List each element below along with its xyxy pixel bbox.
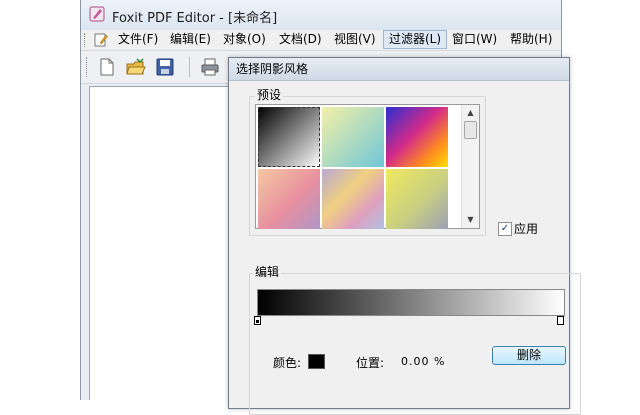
preset-swatch-yellow-blue[interactable] — [386, 169, 448, 229]
print-icon[interactable] — [199, 56, 221, 78]
menu-bar: 文件(F) 编辑(E) 对象(O) 文档(D) 视图(V) 过滤器(L) 窗口(… — [81, 30, 561, 51]
menu-edit[interactable]: 编辑(E) — [165, 31, 216, 48]
toolbar-grip[interactable] — [86, 57, 90, 77]
menubar-grip[interactable] — [84, 33, 88, 47]
preset-swatch-pastel-stripe[interactable] — [322, 169, 384, 229]
scroll-up-icon[interactable]: ▲ — [462, 105, 479, 121]
color-label: 颜色: — [273, 356, 302, 370]
preset-swatch-rainbow[interactable] — [386, 107, 448, 167]
menu-window[interactable]: 窗口(W) — [447, 31, 502, 48]
gradient-preview-bar[interactable] — [257, 289, 565, 316]
scroll-thumb[interactable] — [464, 121, 477, 139]
apply-label: 应用 — [514, 222, 539, 236]
preset-swatch-grid: ▲ ▼ — [255, 104, 480, 229]
document-area[interactable] — [89, 86, 231, 400]
menu-filter[interactable]: 过滤器(L) — [383, 30, 448, 49]
toolbar-separator — [189, 57, 190, 77]
document-edit-icon[interactable] — [93, 32, 109, 48]
gradient-stop-start[interactable] — [254, 316, 261, 325]
open-folder-icon[interactable] — [125, 56, 147, 78]
delete-button[interactable]: 删除 — [492, 346, 566, 365]
preset-scrollbar[interactable]: ▲ ▼ — [461, 105, 479, 228]
menu-object[interactable]: 对象(O) — [218, 31, 271, 48]
new-document-icon[interactable] — [96, 56, 118, 78]
menu-help[interactable]: 帮助(H) — [505, 31, 557, 48]
menu-document[interactable]: 文档(D) — [274, 31, 327, 48]
position-value[interactable]: 0.00 % — [401, 355, 445, 368]
window-title: Foxit PDF Editor - [未命名] — [112, 11, 278, 26]
foxit-app-icon — [89, 6, 105, 22]
menu-view[interactable]: 视图(V) — [329, 31, 381, 48]
gradient-stop-end[interactable] — [557, 316, 564, 325]
apply-checkbox[interactable]: ✓ — [498, 222, 512, 236]
edit-group-label: 编辑 — [253, 265, 282, 279]
title-bar: Foxit PDF Editor - [未命名] — [81, 0, 561, 31]
color-picker-swatch[interactable] — [308, 354, 325, 369]
position-label: 位置: — [356, 356, 385, 370]
save-disk-icon[interactable] — [154, 56, 176, 78]
preset-swatch-pink-purple[interactable] — [258, 169, 320, 229]
menu-file[interactable]: 文件(F) — [113, 31, 163, 48]
preset-swatch-yellow-cyan[interactable] — [322, 107, 384, 167]
preset-group-label: 预设 — [255, 88, 284, 102]
preset-swatch-black-white[interactable] — [258, 107, 320, 167]
scroll-down-icon[interactable]: ▼ — [462, 212, 479, 228]
dialog-title: 选择阴影风格 — [229, 58, 569, 81]
